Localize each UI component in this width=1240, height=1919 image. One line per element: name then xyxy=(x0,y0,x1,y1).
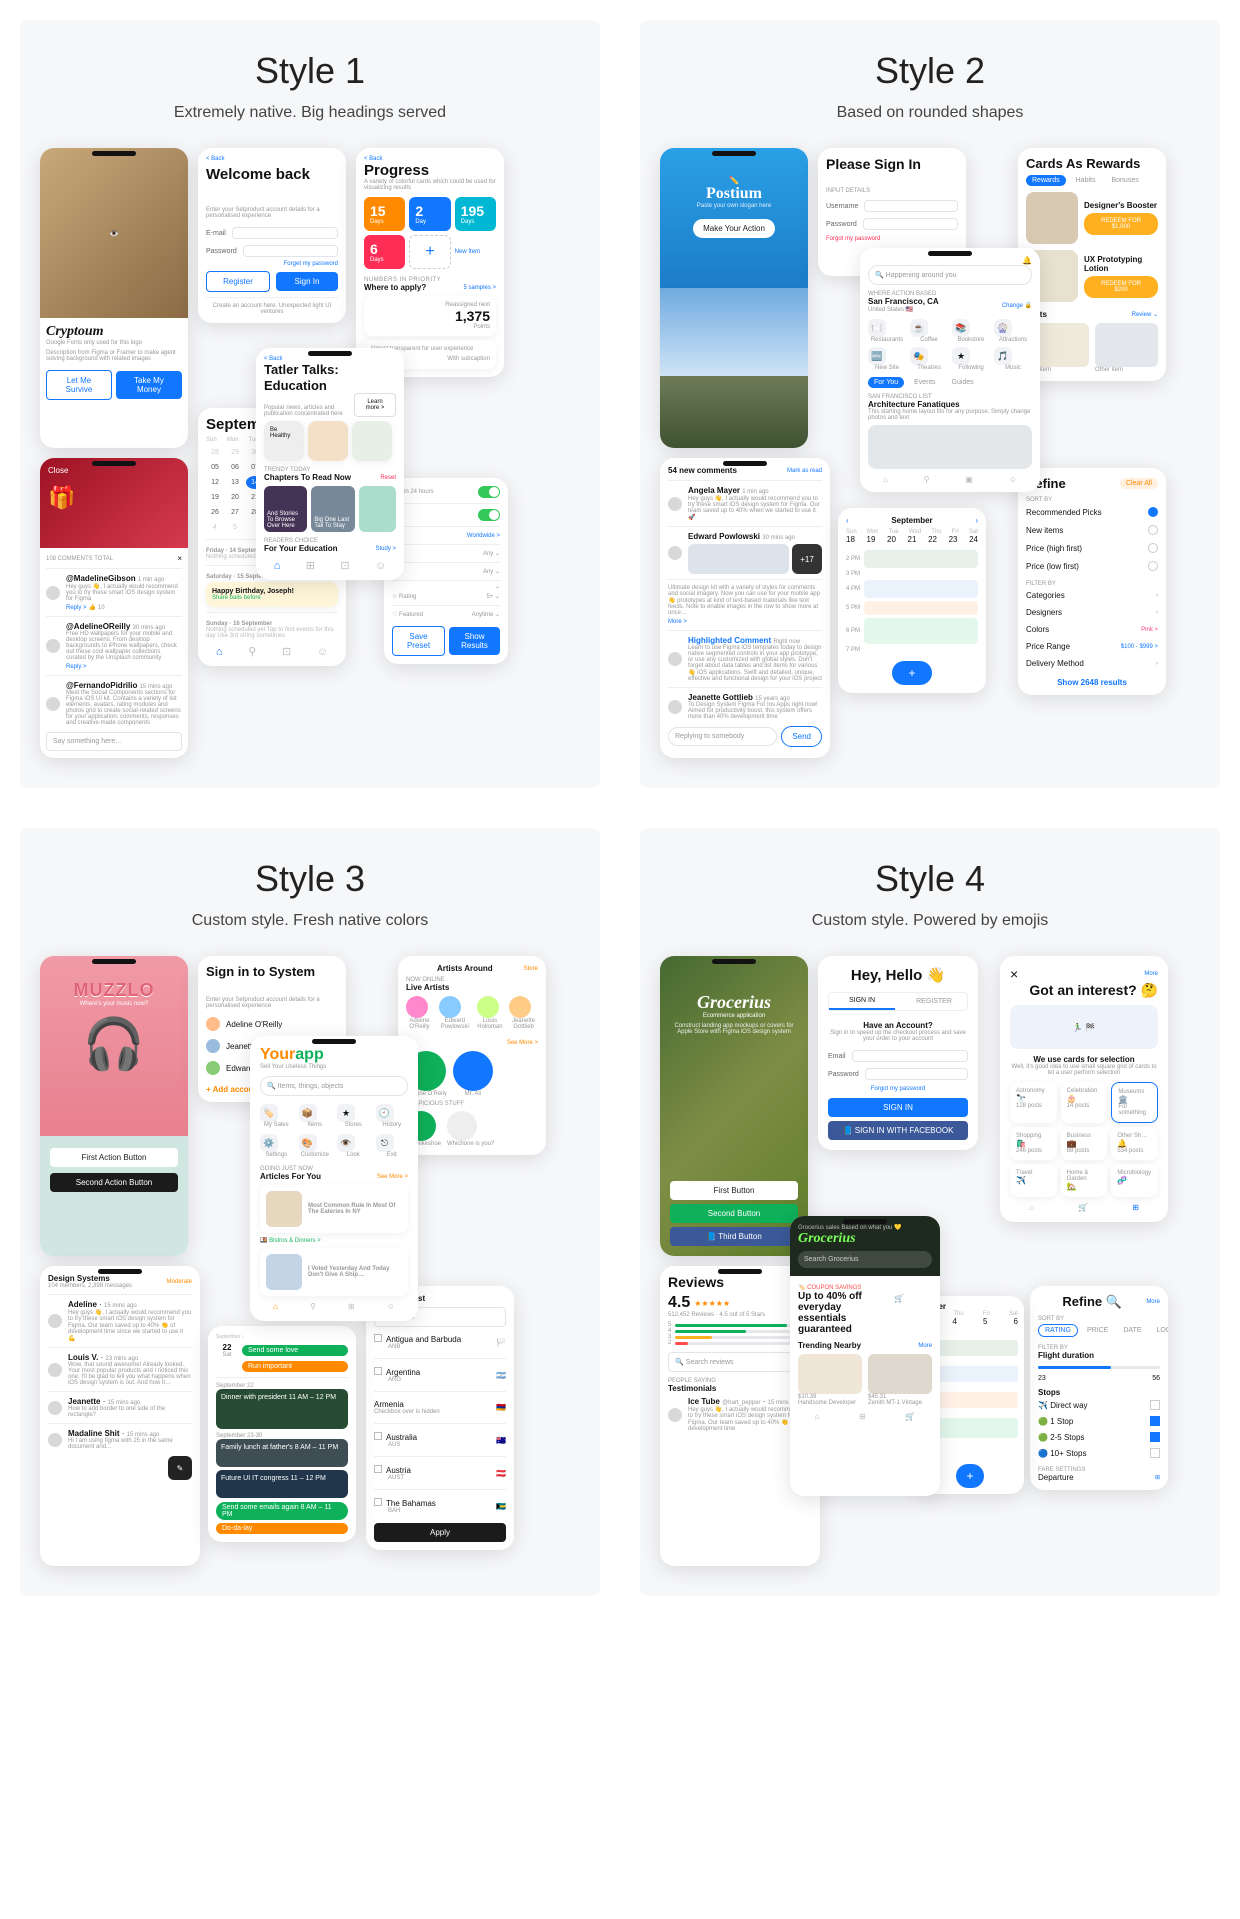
third-button[interactable]: 📘 Third Button xyxy=(670,1227,798,1246)
cam-icon[interactable]: ⊡ xyxy=(282,645,291,658)
email-input[interactable] xyxy=(232,227,338,239)
tab-register[interactable]: REGISTER xyxy=(901,994,967,1009)
second-action-button[interactable]: Second Action Button xyxy=(50,1173,178,1192)
radio-on-icon[interactable] xyxy=(1148,507,1158,517)
password-input[interactable] xyxy=(243,245,338,257)
reply-input[interactable]: Replying to somebody xyxy=(668,727,777,746)
forgot-link[interactable]: Forget my password xyxy=(206,261,338,267)
forgot-link[interactable]: Forgot my password xyxy=(826,236,958,242)
send-button[interactable]: Send xyxy=(781,726,822,747)
email-input[interactable] xyxy=(852,1050,968,1062)
toggle-loc[interactable] xyxy=(478,509,500,521)
checkbox-icon[interactable] xyxy=(1150,1400,1160,1410)
home-icon[interactable]: ⌂ xyxy=(883,475,888,484)
signin-button[interactable]: Sign In xyxy=(276,272,338,291)
style-title: Style 1 xyxy=(255,50,365,92)
style-3-section: Style 3 Custom style. Fresh native color… xyxy=(20,828,600,1596)
radio-icon[interactable] xyxy=(1148,543,1158,553)
show-results-button[interactable]: Show 2648 results xyxy=(1026,678,1158,687)
user-icon[interactable]: ☺ xyxy=(375,560,386,572)
forgot-link[interactable]: Forgot my password xyxy=(828,1086,968,1092)
checkbox-on-icon[interactable] xyxy=(1150,1416,1160,1426)
home-icon[interactable]: ⌂ xyxy=(273,1302,278,1311)
signin-button[interactable]: SIGN IN xyxy=(828,1098,968,1117)
learn-more-button[interactable]: Learn more > xyxy=(354,393,396,417)
register-button[interactable]: Register xyxy=(206,271,270,292)
radio-icon[interactable] xyxy=(1148,525,1158,535)
style-sub: Custom style. Fresh native colors xyxy=(192,912,429,930)
show-results-button[interactable]: Show Results xyxy=(449,627,500,655)
tab-rating[interactable]: RATING xyxy=(1038,1324,1078,1337)
money-button[interactable]: Take My Money xyxy=(116,371,182,399)
change-link[interactable]: Change 🔒 xyxy=(1002,302,1032,309)
survive-button[interactable]: Let Me Survive xyxy=(46,370,112,400)
style-title: Style 3 xyxy=(255,858,365,900)
add-card-button[interactable]: + xyxy=(409,235,450,269)
redeem-button[interactable]: REDEEM FOR $200 xyxy=(1084,276,1158,298)
style-1-section: Style 1 Extremely native. Big headings s… xyxy=(20,20,600,788)
user-icon[interactable]: ☺ xyxy=(317,646,328,658)
say-input[interactable]: Say something here… xyxy=(46,732,182,751)
search-icon[interactable]: ⚲ xyxy=(248,645,256,658)
tab-foryou[interactable]: For You xyxy=(868,377,904,388)
redeem-button[interactable]: REDEEM FOR $1,000 xyxy=(1084,213,1158,235)
cam-icon[interactable]: ⊡ xyxy=(340,559,349,572)
apply-button[interactable]: Apply xyxy=(374,1523,506,1542)
clear-all-button[interactable]: Clear All xyxy=(1120,478,1158,489)
tab-rewards[interactable]: Rewards xyxy=(1026,175,1066,186)
password-input[interactable] xyxy=(865,1068,968,1080)
compose-button[interactable]: ✎ xyxy=(168,1456,192,1480)
save-preset-button[interactable]: Save Preset xyxy=(392,626,445,656)
toggle-24h[interactable] xyxy=(478,486,500,498)
fb-button[interactable]: 📘 SIGN IN WITH FACEBOOK xyxy=(828,1121,968,1140)
tab-bonuses[interactable]: Bonuses xyxy=(1105,175,1144,186)
title: Welcome back xyxy=(206,166,338,183)
password-input[interactable] xyxy=(863,218,958,230)
style-title: Style 2 xyxy=(875,50,985,92)
tab-signin[interactable]: SIGN IN xyxy=(829,993,895,1010)
style-sub: Extremely native. Big headings served xyxy=(174,104,446,122)
search-input[interactable]: 🔍 Happening around you xyxy=(868,265,1032,285)
fab-add-button[interactable]: + xyxy=(956,1464,983,1488)
search-icon[interactable]: ⚲ xyxy=(924,475,930,484)
style-title: Style 4 xyxy=(875,858,985,900)
new-item-link[interactable]: New Item xyxy=(455,235,496,269)
style-sub: Custom style. Powered by emojis xyxy=(812,912,1049,930)
username-input[interactable] xyxy=(864,200,958,212)
home-icon[interactable]: ⌂ xyxy=(274,560,281,572)
fab-add-button[interactable]: + xyxy=(892,661,932,685)
close-icon[interactable]: × xyxy=(1010,966,1018,982)
bell-icon[interactable]: 🔔 xyxy=(868,256,1032,265)
first-action-button[interactable]: First Action Button xyxy=(50,1148,178,1167)
title: Progress xyxy=(364,162,496,179)
first-button[interactable]: First Button xyxy=(670,1181,798,1200)
user-icon[interactable]: ☺ xyxy=(1009,475,1017,484)
search-input[interactable]: 🔍 Items, things, objects xyxy=(260,1076,408,1096)
home-icon[interactable]: ⌂ xyxy=(216,646,223,658)
bag-icon[interactable]: ▣ xyxy=(965,475,973,484)
second-button[interactable]: Second Button xyxy=(670,1204,798,1223)
tab-habits[interactable]: Habits xyxy=(1070,175,1102,186)
mark-read-button[interactable]: Mark as read xyxy=(787,468,822,474)
back-link[interactable]: < Back xyxy=(206,156,338,162)
checkbox-icon[interactable] xyxy=(1150,1448,1160,1458)
close-button[interactable]: Close xyxy=(48,466,68,475)
checkbox-on-icon[interactable] xyxy=(1150,1432,1160,1442)
style-2-section: Style 2 Based on rounded shapes ✏️ Posti… xyxy=(640,20,1220,788)
search-input[interactable]: Search Grocerius xyxy=(798,1251,932,1268)
radio-icon[interactable] xyxy=(1148,561,1158,571)
make-action-button[interactable]: Make Your Action xyxy=(693,219,775,238)
style-4-section: Style 4 Custom style. Powered by emojis … xyxy=(640,828,1220,1596)
style-sub: Based on rounded shapes xyxy=(837,104,1024,122)
grid-icon[interactable]: ⊞ xyxy=(306,559,315,572)
close-icon[interactable]: × xyxy=(177,554,182,563)
brand: Cryptoum xyxy=(46,324,182,340)
